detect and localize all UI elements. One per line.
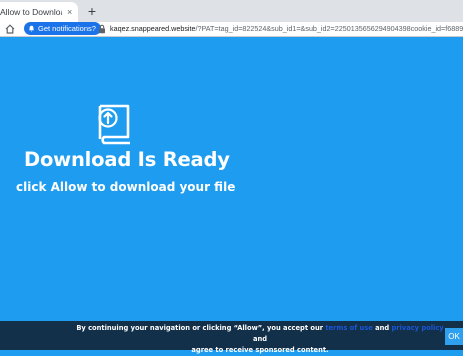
url-path: /?PAT=tag_id=822524&sub_id1=&sub_id2=225… <box>195 24 463 33</box>
close-icon[interactable]: × <box>67 2 72 22</box>
page-content: Download Is Ready click Allow to downloa… <box>0 37 463 321</box>
tab-strip: Allow to Download ## × + <box>0 0 463 22</box>
lock-icon[interactable] <box>98 24 106 34</box>
consent-text-start: By continuing your navigation or clickin… <box>76 324 326 332</box>
bell-icon <box>28 25 35 32</box>
consent-text: By continuing your navigation or clickin… <box>76 323 444 356</box>
home-icon[interactable] <box>4 23 16 35</box>
tab-title: Allow to Download ## <box>0 7 62 17</box>
consent-text-line2: agree to receive sponsored content. <box>191 346 329 354</box>
consent-and-2: and <box>252 335 268 343</box>
privacy-policy-link[interactable]: privacy policy <box>391 324 443 332</box>
terms-of-use-link[interactable]: terms of use <box>325 324 372 332</box>
notification-chip-label: Get notifications? <box>38 24 96 33</box>
url-host: kaqez.snappeared.website <box>110 24 196 33</box>
book-upload-icon <box>98 104 130 145</box>
page-subtitle: click Allow to download your file <box>16 180 236 194</box>
address-bar: Get notifications? kaqez.snappeared.webs… <box>0 22 463 36</box>
url-field[interactable]: kaqez.snappeared.website/?PAT=tag_id=822… <box>110 22 463 36</box>
plus-icon[interactable]: + <box>84 2 100 20</box>
consent-and-1: and <box>372 324 392 332</box>
browser-tab[interactable]: Allow to Download ## × <box>0 2 78 22</box>
notification-prompt-chip[interactable]: Get notifications? <box>24 22 101 35</box>
consent-bar: By continuing your navigation or clickin… <box>0 321 463 354</box>
ok-button[interactable]: OK <box>445 328 463 345</box>
page-title: Download Is Ready <box>24 148 230 171</box>
